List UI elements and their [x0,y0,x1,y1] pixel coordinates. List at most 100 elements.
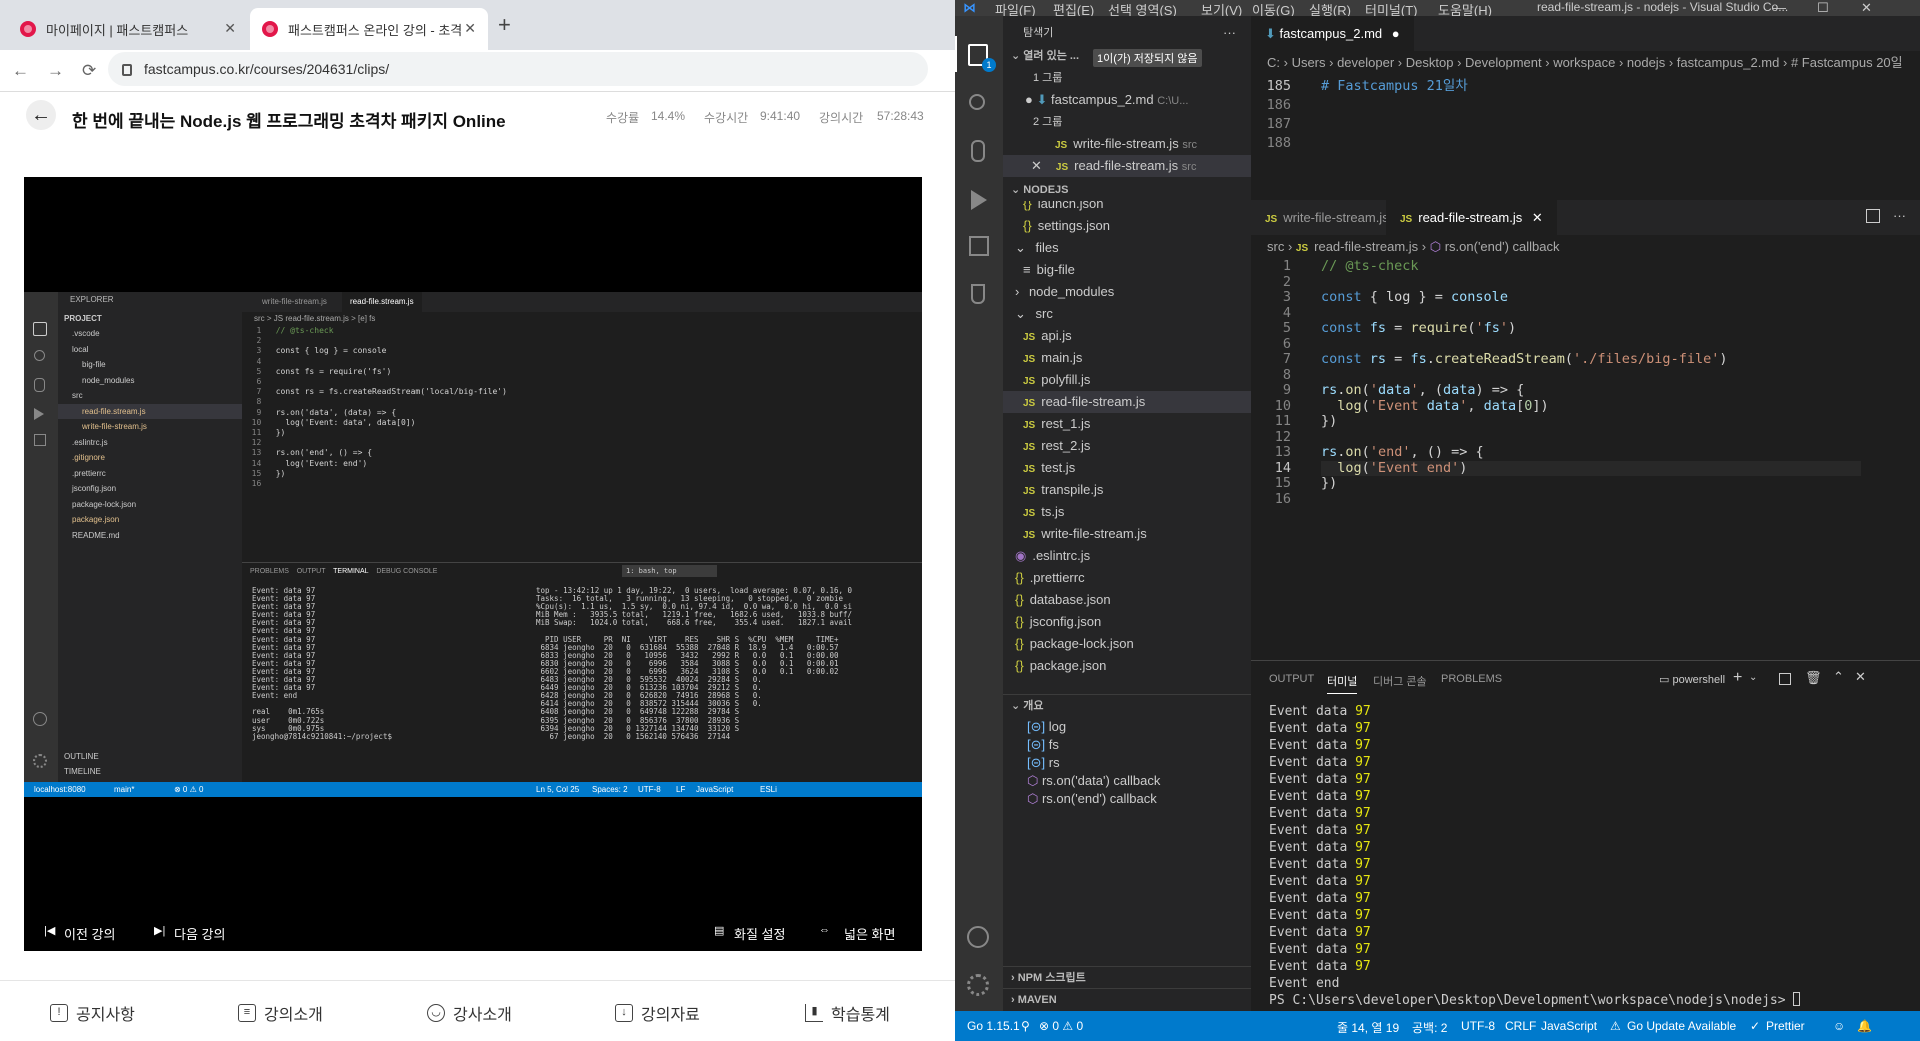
close-tab-icon[interactable]: ✕ [1532,210,1543,225]
more-actions-icon[interactable]: ··· [1893,208,1906,223]
npm-scripts-header[interactable]: › NPM 스크립트 [1003,966,1251,988]
outline-item[interactable]: ⬡ rs.on('end') callback [1003,788,1251,810]
close-tab-icon[interactable]: ✕ [464,20,476,37]
nav-course-intro[interactable]: ≡ 강의소개 [238,1001,323,1025]
code-bottom[interactable]: 1 // @ts-check 2 3 const { log } = console 4 5… [1251,258,1920,659]
skip-previous-icon[interactable]: |◀ [44,924,55,937]
code-top[interactable]: 185 # Fastcampus 21일차 186 187 188 [1251,77,1920,157]
breadcrumb-item[interactable]: C: [1267,55,1280,70]
breadcrumb-item[interactable]: rs.on('end') callback [1445,239,1560,254]
status-notifications-icon[interactable]: 🔔 [1857,1019,1872,1033]
breadcrumb-item[interactable]: read-file-stream.js [1314,239,1418,254]
breadcrumb-item[interactable]: Development [1465,55,1542,70]
address-bar[interactable]: fastcampus.co.kr/courses/204631/clips/ [108,52,928,86]
status-eol[interactable]: CRLF [1505,1019,1536,1033]
wide-screen-button[interactable]: 넓은 화면 [844,924,895,943]
tree-item[interactable]: JS ts.js [1003,501,1251,523]
tree-item[interactable]: JS api.js [1003,325,1251,347]
explorer-more-icon[interactable]: ··· [1223,22,1243,44]
new-terminal-icon[interactable]: + [1733,669,1742,687]
run-debug-icon[interactable] [971,190,987,210]
tree-item[interactable]: {} launch.json [1003,201,1251,215]
status-language[interactable]: JavaScript [1541,1019,1597,1033]
forward-icon[interactable]: → [47,61,64,81]
status-spaces[interactable]: 공백: 2 [1412,1019,1447,1036]
status-problems[interactable]: ⊗ 0 ⚠ 0 [1039,1019,1083,1033]
tree-item[interactable]: › node_modules [1003,281,1251,303]
new-tab-icon[interactable]: + [498,12,511,38]
tab-write-file-stream[interactable]: JS write-file-stream.js [1251,200,1403,235]
extensions-icon[interactable] [969,236,989,256]
tree-item[interactable]: {} settings.json [1003,215,1251,237]
manage-gear-icon[interactable] [967,974,989,996]
quality-settings-button[interactable]: 화질 설정 [734,924,785,943]
tree-item[interactable]: {} package-lock.json [1003,633,1251,655]
split-terminal-icon[interactable] [1779,673,1791,685]
tree-item[interactable]: ⌄ src [1003,303,1251,325]
tree-item[interactable]: JS write-file-stream.js [1003,523,1251,545]
open-editor-md[interactable]: ● ⬇ fastcampus_2.md C:\U... [1003,89,1251,111]
tree-item[interactable]: ⌄ files [1003,237,1251,259]
breadcrumb-item[interactable]: Users [1292,55,1326,70]
terminal-output[interactable]: Event data 97 Event data 97 Event data 9… [1269,703,1801,1009]
quality-icon[interactable]: ▤ [714,924,724,937]
breadcrumb-item[interactable]: src [1267,239,1284,254]
nav-notice[interactable]: ! 공지사항 [50,1001,135,1025]
status-prettier[interactable]: Prettier [1766,1019,1805,1033]
tree-item[interactable]: JS test.js [1003,457,1251,479]
breadcrumb-item[interactable]: developer [1337,55,1394,70]
tree-item[interactable]: {} .prettierrc [1003,567,1251,589]
breadcrumb-item[interactable]: fastcampus_2.md [1677,55,1780,70]
search-icon[interactable] [969,94,985,110]
tree-item[interactable]: JS main.js [1003,347,1251,369]
close-tab-icon[interactable]: ✕ [224,20,236,37]
minimize-icon[interactable]: — [1773,0,1786,15]
maven-header[interactable]: › MAVEN [1003,988,1251,1010]
account-icon[interactable] [967,926,989,948]
breadcrumb-item[interactable]: workspace [1553,55,1615,70]
testing-icon[interactable] [971,284,985,304]
tree-item[interactable]: ◉ .eslintrc.js [1003,545,1251,567]
panel-tab-terminal[interactable]: 터미널 [1327,673,1358,694]
tab-read-file-stream[interactable]: JS read-file-stream.js ✕ [1386,200,1557,235]
close-panel-icon[interactable]: ✕ [1855,669,1866,685]
tree-item[interactable]: JS transpile.js [1003,479,1251,501]
nav-materials[interactable]: ↓ 강의자료 [615,1001,700,1025]
next-lecture-button[interactable]: 다음 강의 [174,924,225,943]
browser-tab-mypage[interactable]: 마이페이지 | 패스트캠퍼스 ✕ [8,8,248,50]
status-cursor-position[interactable]: 줄 14, 열 19 [1337,1019,1399,1036]
breadcrumb-item[interactable]: nodejs [1627,55,1665,70]
nav-instructor[interactable]: ◡ 강사소개 [427,1001,512,1025]
panel-tab-problems[interactable]: PROBLEMS [1441,673,1502,685]
wide-screen-icon[interactable]: ⇔ [819,924,830,936]
panel-tab-debug[interactable]: 디버그 콘솔 [1373,673,1427,689]
nav-stats[interactable]: ▮ 학습통계 [805,1001,890,1025]
source-control-icon[interactable] [971,140,985,162]
tree-item[interactable]: {} database.json [1003,589,1251,611]
tree-item[interactable]: JS read-file-stream.js [1003,391,1251,413]
tree-item[interactable]: JS rest_2.js [1003,435,1251,457]
tree-item[interactable]: {} jsconfig.json [1003,611,1251,633]
tree-item[interactable]: JS rest_1.js [1003,413,1251,435]
tree-item[interactable]: JS polyfill.js [1003,369,1251,391]
back-arrow-icon[interactable]: ← [26,100,56,130]
breadcrumb-item[interactable]: # Fastcampus 20일 [1791,55,1903,70]
breadcrumb-item[interactable]: Desktop [1406,55,1454,70]
browser-tab-lecture[interactable]: 패스트캠퍼스 온라인 강의 - 초격 ✕ [250,8,488,50]
status-go-update[interactable]: Go Update Available [1627,1019,1736,1033]
open-editor-write[interactable]: JS write-file-stream.js src [1003,133,1251,155]
tree-item[interactable]: ≡ big-file [1003,259,1251,281]
status-feedback-icon[interactable]: ☺ [1833,1019,1845,1033]
close-window-icon[interactable]: ✕ [1861,0,1872,16]
maximize-icon[interactable]: ☐ [1817,0,1829,16]
previous-lecture-button[interactable]: 이전 강의 [64,924,115,943]
workspace-header[interactable]: ⌄ NODEJS [1003,179,1251,201]
status-go-version[interactable]: Go 1.15.1 [967,1019,1020,1033]
back-icon[interactable]: ← [12,61,29,81]
terminal-dropdown-icon[interactable]: ⌄ [1749,672,1757,683]
skip-next-icon[interactable]: ▶| [154,924,165,937]
outline-header[interactable]: ⌄ 개요 [1003,694,1251,716]
close-editor-icon[interactable]: ✕ [1031,158,1042,173]
tree-item[interactable]: {} package.json [1003,655,1251,677]
panel-tab-output[interactable]: OUTPUT [1269,673,1314,685]
